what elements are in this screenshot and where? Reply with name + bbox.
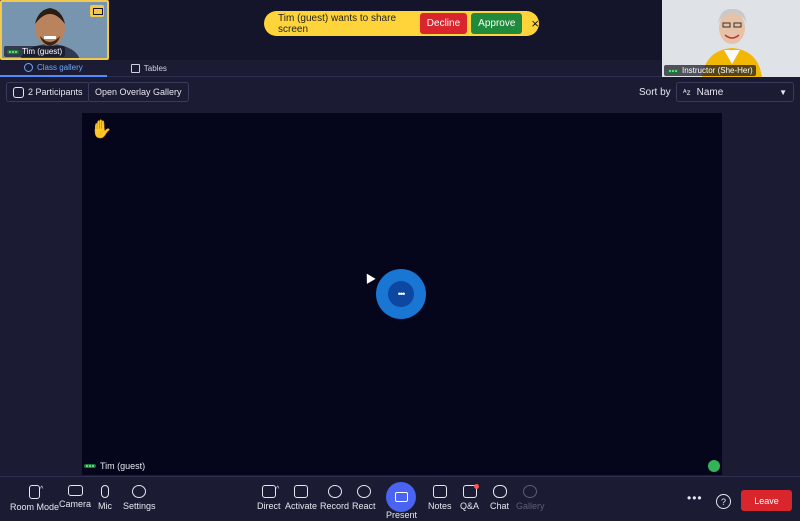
share-request-notification: Tim (guest) wants to share screen Declin… [264,11,539,36]
microphone-icon [101,485,109,498]
status-dot-icon [708,460,720,472]
gallery-label: Gallery [516,501,545,511]
react-label: React [352,501,376,511]
stage-name-tag: Tim (guest) [84,461,145,471]
notes-label: Notes [428,501,452,511]
tim-name-label: Tim (guest) [22,47,63,56]
raised-hand-icon: ✋ [90,119,113,139]
present-label: Present [386,510,418,520]
camera-button[interactable]: Camera [59,485,91,509]
audio-level-icon [84,464,96,468]
participants-button[interactable]: 2 Participants [6,82,90,102]
help-button[interactable]: ? [716,494,731,509]
command-icon [294,485,308,498]
overlay-label: Open Overlay Gallery [95,87,182,97]
chat-bubble-icon [492,485,507,498]
mouse-cursor-icon [362,271,376,284]
record-label: Record [320,501,350,511]
record-button[interactable]: Record [320,485,349,511]
approve-button[interactable]: Approve [471,13,523,34]
activate-button[interactable]: Activate [285,485,317,511]
qa-button[interactable]: Q&A [460,484,480,511]
chat-button[interactable]: Chat [490,485,509,511]
gallery-button[interactable]: Gallery [516,485,545,511]
share-screen-icon [90,5,104,17]
globe-icon [24,63,33,72]
room-mode-button[interactable]: Room Mode [10,485,59,512]
smiley-icon [356,485,371,498]
audio-level-icon [667,68,679,73]
chevron-up-icon[interactable]: ^ [276,486,279,493]
participant-options-button[interactable]: ••• [376,269,426,319]
stage-participant-name: Tim (guest) [100,461,146,471]
camera-label: Camera [59,499,92,509]
bottom-toolbar: Room Mode ^ Camera Mic Settings Direct ^… [0,476,800,521]
audio-level-icon [7,49,19,54]
notes-icon [432,485,447,498]
instructor-name-label: Instructor (She-Her) [682,66,753,75]
sort-value: Name [696,86,724,98]
tab-label: Tables [143,64,167,73]
participant-video-stage[interactable]: ✋ ••• Tim (guest) [82,113,722,475]
more-options-button[interactable]: ••• [687,491,703,505]
present-button[interactable] [386,482,416,512]
direct-label: Direct [257,501,281,511]
sort-alpha-icon: ᴬᴢ [683,87,691,97]
chevron-up-icon[interactable]: ^ [40,486,43,493]
instructor-name-tag: Instructor (She-Her) [664,65,756,76]
room-mode-icon [29,485,41,499]
gear-icon [132,485,147,498]
participants-label: 2 Participants [28,87,83,97]
qa-label: Q&A [460,501,480,511]
tab-class-gallery[interactable]: Class gallery [0,60,107,77]
settings-label: Settings [123,501,156,511]
decline-button[interactable]: Decline [419,13,468,34]
mic-button[interactable]: Mic [98,485,112,511]
table-icon [130,64,140,73]
more-options-icon: ••• [388,281,414,307]
camera-icon [67,485,83,496]
activate-label: Activate [285,501,318,511]
leave-button[interactable]: Leave [741,490,792,511]
notes-button[interactable]: Notes [428,485,452,511]
sort-select[interactable]: ᴬᴢ Name ▼ [676,82,794,102]
record-icon [327,485,342,498]
tim-video-thumbnail[interactable]: Tim (guest) [0,0,109,60]
tim-name-tag: Tim (guest) [4,46,66,57]
grid-globe-icon [523,485,538,498]
close-icon[interactable]: × [531,16,539,31]
sort-by-label: Sort by [639,87,671,98]
notification-dot [473,484,479,489]
present-screen-icon [394,492,408,502]
open-overlay-gallery-button[interactable]: Open Overlay Gallery [88,82,189,102]
react-button[interactable]: React [352,485,376,511]
download-icon [261,485,276,498]
tab-tables[interactable]: Tables [107,60,191,77]
chevron-down-icon: ▼ [779,87,787,97]
chat-label: Chat [490,501,510,511]
question-bubble-icon [462,484,479,498]
notification-message: Tim (guest) wants to share screen [278,12,397,35]
tab-label: Class gallery [37,63,83,72]
settings-button[interactable]: Settings [123,485,156,511]
room-mode-label: Room Mode [10,502,60,512]
view-tabs: Class gallery Tables [0,60,662,77]
instructor-video-thumbnail[interactable]: Instructor (She-Her) [662,0,800,77]
person-icon [13,86,24,98]
mic-label: Mic [98,501,112,511]
